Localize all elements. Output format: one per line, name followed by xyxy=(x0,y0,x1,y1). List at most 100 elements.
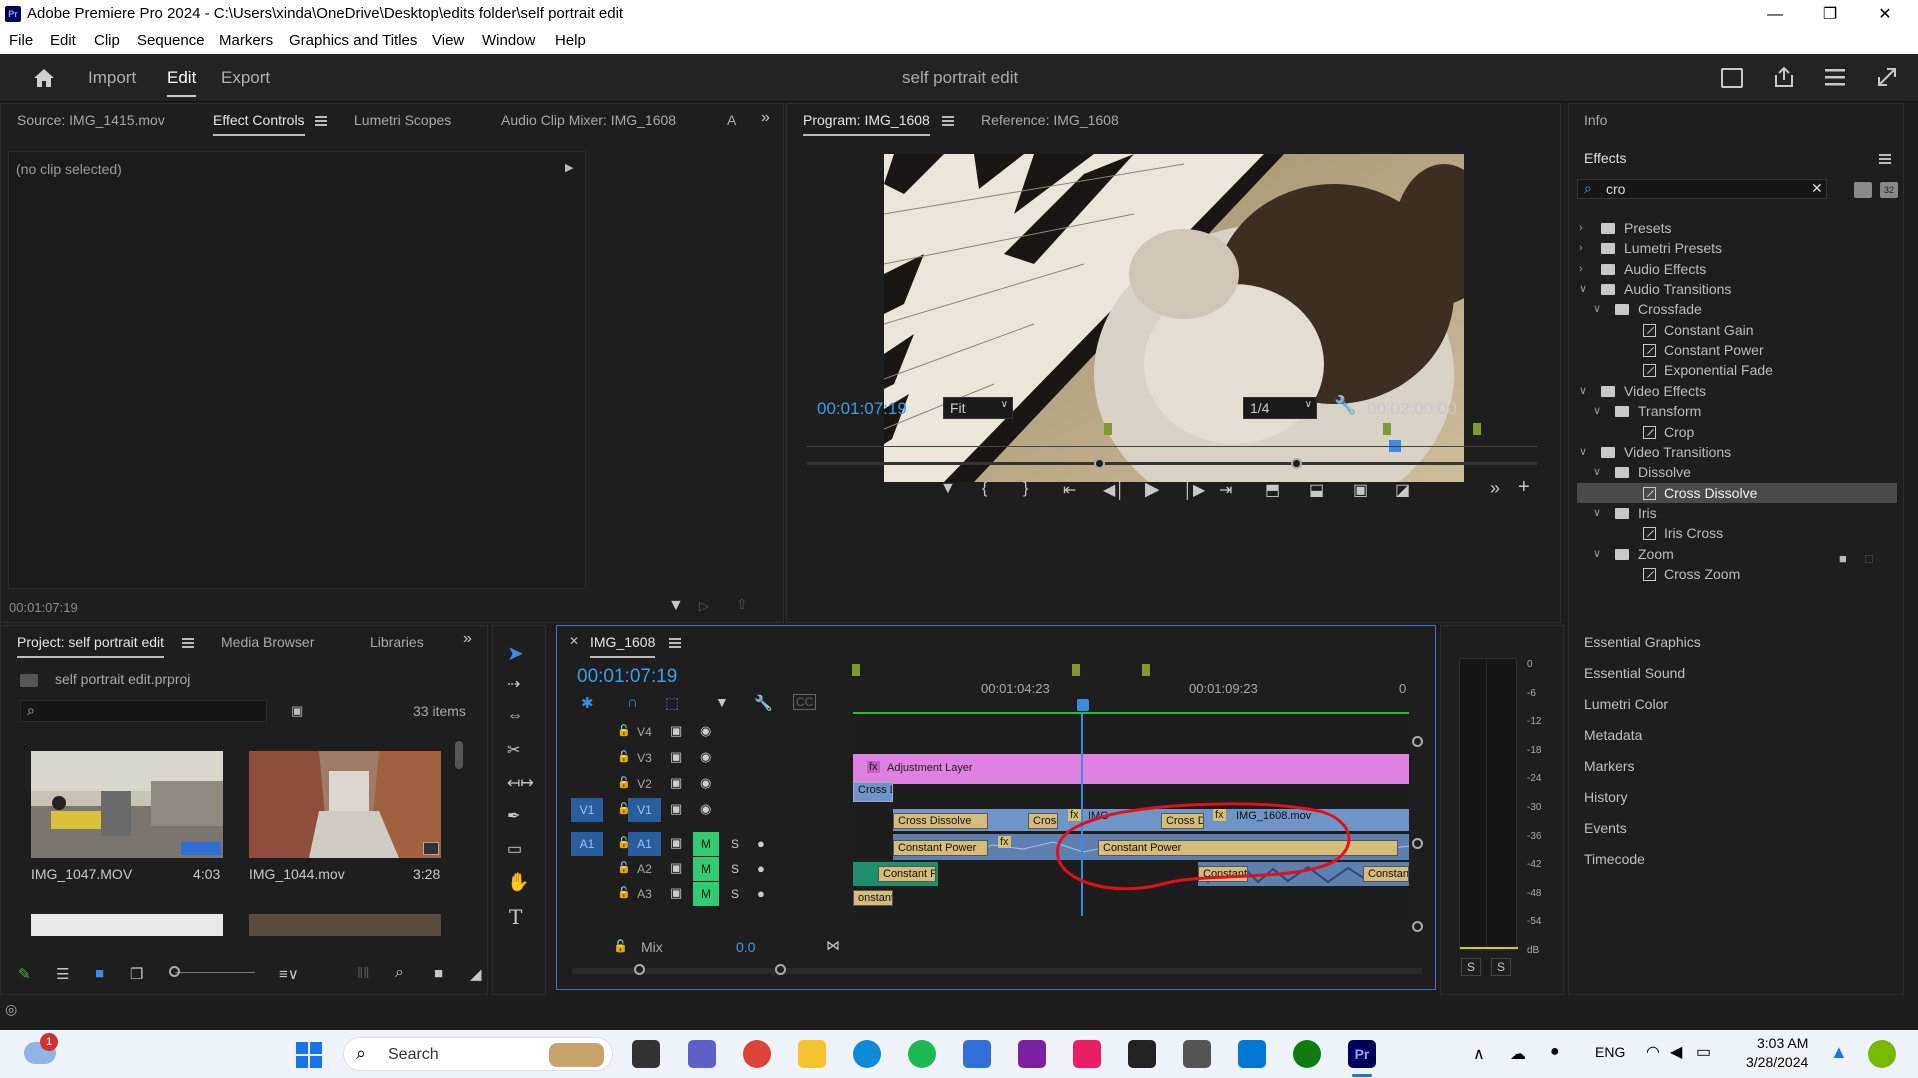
info-panel-header[interactable]: Info xyxy=(1584,112,1607,128)
app-icon-purple[interactable] xyxy=(1018,1040,1046,1068)
project-scrollbar[interactable] xyxy=(455,741,463,769)
mute-button[interactable]: M xyxy=(693,857,719,881)
premiere-taskbar-icon[interactable]: Pr xyxy=(1348,1040,1376,1068)
eye-icon[interactable]: ◉ xyxy=(700,749,711,765)
menu-view[interactable]: View xyxy=(432,32,464,49)
fullscreen-icon[interactable] xyxy=(1876,66,1898,88)
menu-help[interactable]: Help xyxy=(555,32,586,49)
find-bin-icon[interactable]: ▣ xyxy=(291,703,303,719)
copilot-icon[interactable] xyxy=(1868,1040,1896,1068)
ripple-edit-icon[interactable]: ⇔ xyxy=(507,707,523,725)
tab-reference[interactable]: Reference: IMG_1608 xyxy=(981,112,1119,128)
close-icon[interactable]: ✕ xyxy=(1862,0,1908,29)
microphone-icon[interactable]: ● xyxy=(757,861,765,876)
effects-tree-item[interactable]: Constant Gain xyxy=(1577,320,1897,340)
lift-icon[interactable]: ⬒ xyxy=(1265,480,1280,500)
eye-icon[interactable]: ◉ xyxy=(700,775,711,791)
new-bin-icon[interactable]: ■ xyxy=(434,965,443,982)
panel-section-timecode[interactable]: Timecode xyxy=(1584,851,1645,867)
marker[interactable] xyxy=(1383,423,1391,435)
extract-icon[interactable]: ⬓ xyxy=(1309,480,1324,500)
chevron-right-icon[interactable]: › xyxy=(1579,259,1583,279)
mute-button[interactable]: M xyxy=(693,882,719,906)
tab-libraries[interactable]: Libraries xyxy=(370,634,424,650)
accelerated-effects-icon[interactable] xyxy=(1854,182,1872,198)
chevron-down-icon[interactable]: ∨ xyxy=(1593,401,1601,421)
workspaces-icon[interactable] xyxy=(1824,67,1846,87)
program-timecode[interactable]: 00:01:07:19 xyxy=(817,399,907,419)
razor-icon[interactable]: ✂ xyxy=(507,740,520,760)
timeline-playhead-head[interactable] xyxy=(1077,699,1089,711)
h-scrollbar[interactable] xyxy=(572,968,1422,974)
icon-view-icon[interactable]: ■ xyxy=(95,965,104,982)
add-marker-icon[interactable]: ▼ xyxy=(940,480,956,498)
effects-tree-item[interactable]: Crop xyxy=(1577,422,1897,442)
mix-value[interactable]: 0.0 xyxy=(736,939,755,955)
tab-edit[interactable]: Edit xyxy=(167,68,197,97)
tab-source[interactable]: Source: IMG_1415.mov xyxy=(17,112,165,128)
clear-search-icon[interactable]: ✕ xyxy=(1811,180,1823,197)
sort-icon[interactable]: ≡∨ xyxy=(279,965,299,983)
marker[interactable] xyxy=(1104,423,1112,435)
program-video-frame[interactable] xyxy=(884,154,1464,482)
mark-out-icon[interactable]: } xyxy=(1023,480,1028,498)
share-icon[interactable] xyxy=(1772,65,1796,89)
vscode-icon[interactable] xyxy=(1238,1040,1266,1068)
effects-tree-item[interactable]: ∨ Transform xyxy=(1577,401,1897,421)
v-scroll-handle-bottom[interactable] xyxy=(1412,921,1423,932)
volume-icon[interactable]: ◀ xyxy=(1670,1042,1682,1062)
clock-date[interactable]: 3/28/2024 xyxy=(1746,1054,1808,1070)
slip-tool-icon[interactable]: ↤↦ xyxy=(507,773,534,793)
status-icon[interactable]: ◎ xyxy=(5,1001,17,1018)
panel-section-markers[interactable]: Markers xyxy=(1584,758,1635,774)
nest-icon[interactable]: ✱ xyxy=(581,694,594,712)
go-to-out-icon[interactable]: ⇥ xyxy=(1219,480,1232,500)
mix-bowtie-icon[interactable]: ⋈ xyxy=(826,937,840,954)
track-select-icon[interactable]: ⇢ xyxy=(507,674,520,694)
chevron-down-icon[interactable]: ∨ xyxy=(1579,381,1587,401)
zoom-scrollbar[interactable] xyxy=(807,462,1537,465)
effects-tree-item[interactable]: Exponential Fade xyxy=(1577,360,1897,380)
menu-sequence[interactable]: Sequence xyxy=(137,32,205,49)
track-label-a2[interactable]: A2 xyxy=(628,857,661,881)
linked-selection-icon[interactable]: ⬚ xyxy=(665,694,679,712)
microphone-icon[interactable]: ● xyxy=(757,886,765,901)
track-label-a3[interactable]: A3 xyxy=(628,882,661,906)
snap-icon[interactable]: ∩ xyxy=(627,694,638,711)
eye-icon[interactable]: ◉ xyxy=(700,801,711,817)
solo-right-button[interactable]: S xyxy=(1491,958,1511,976)
menu-markers[interactable]: Markers xyxy=(219,32,273,49)
v2-cross-dissolve[interactable]: Cross Di xyxy=(853,782,893,802)
chevron-down-icon[interactable]: ∨ xyxy=(1593,503,1601,523)
windows-start-icon[interactable] xyxy=(296,1042,322,1068)
file-explorer-icon[interactable] xyxy=(798,1040,826,1068)
marker[interactable] xyxy=(1473,423,1481,435)
effects-tree-item[interactable]: ∨ Zoom xyxy=(1577,544,1897,564)
list-view-icon[interactable]: ☰ xyxy=(56,965,69,983)
find-icon[interactable]: ⌕ xyxy=(395,964,404,982)
mark-in-icon[interactable]: { xyxy=(982,480,987,498)
add-button-icon[interactable]: + xyxy=(1518,476,1530,499)
clock-time[interactable]: 3:03 AM xyxy=(1757,1035,1808,1051)
store-icon[interactable] xyxy=(963,1040,991,1068)
panel-section-events[interactable]: Events xyxy=(1584,820,1627,836)
unity-icon[interactable] xyxy=(1183,1040,1211,1068)
chevron-down-icon[interactable]: ∨ xyxy=(1593,299,1601,319)
effects-tree-item[interactable]: › Presets xyxy=(1577,218,1897,238)
program-panel-menu-icon[interactable] xyxy=(942,116,954,126)
thumb-partial-1[interactable] xyxy=(31,914,223,936)
language-indicator[interactable]: ENG xyxy=(1595,1044,1625,1060)
menu-graphics-titles[interactable]: Graphics and Titles xyxy=(289,32,417,49)
timeline-marker-icon[interactable]: ▼ xyxy=(715,694,729,710)
sync-lock-icon[interactable]: ▣ xyxy=(670,749,682,765)
solo-left-button[interactable]: S xyxy=(1461,958,1481,976)
effects-tree-item[interactable]: ∨ Audio Transitions xyxy=(1577,279,1897,299)
sync-lock-icon[interactable]: ▣ xyxy=(670,835,682,851)
a2-constan[interactable]: Constan xyxy=(1363,866,1409,882)
source-patch-v1[interactable]: V1 xyxy=(571,798,603,822)
tab-timeline-sequence[interactable]: IMG_1608 xyxy=(590,634,656,658)
panel-section-essential-graphics[interactable]: Essential Graphics xyxy=(1584,634,1701,650)
panel-section-lumetri-color[interactable]: Lumetri Color xyxy=(1584,696,1668,712)
filter-icon[interactable]: ▼ xyxy=(668,597,684,615)
mix-lock-icon[interactable]: 🔓 xyxy=(613,939,628,953)
